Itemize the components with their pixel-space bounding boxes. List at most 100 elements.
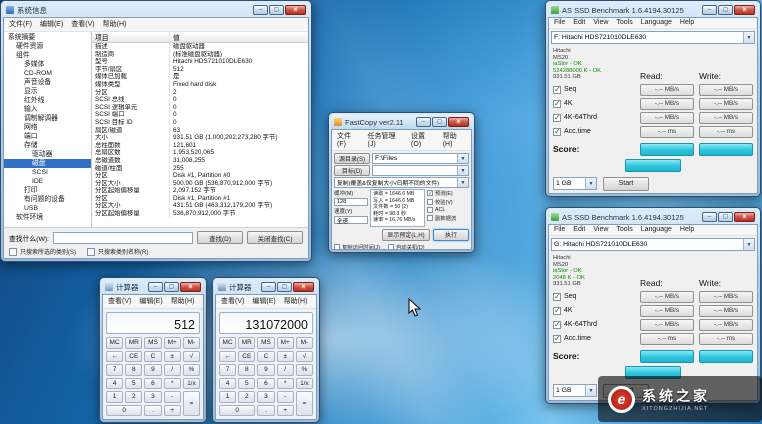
calc-button[interactable]: 1: [106, 391, 123, 403]
read-result-button[interactable]: -.-- MB/s: [640, 305, 694, 317]
calc-button[interactable]: MR: [125, 337, 142, 349]
tree-item[interactable]: 调制解调器: [4, 114, 91, 123]
benchmark-checkbox[interactable]: [553, 100, 561, 108]
tree-item[interactable]: USB: [4, 204, 91, 213]
checkbox-icon[interactable]: [388, 244, 394, 250]
tree-item[interactable]: 显示: [4, 87, 91, 96]
write-result-button[interactable]: -.-- MB/s: [699, 305, 753, 317]
menu-item[interactable]: File: [554, 226, 565, 233]
dest-dir-button[interactable]: 目标(D): [334, 165, 370, 176]
write-result-button[interactable]: -.-- MB/s: [699, 319, 753, 331]
table-row[interactable]: 描述 磁盘驱动器: [92, 43, 308, 51]
calc-button[interactable]: 7: [106, 364, 123, 376]
table-row[interactable]: SCSI 目标 ID 0: [92, 119, 308, 127]
calc-button[interactable]: ±: [164, 351, 181, 363]
write-result-button[interactable]: -.-- ms: [699, 333, 753, 345]
tree-item[interactable]: SCSI: [4, 168, 91, 177]
tree-item[interactable]: IDE: [4, 177, 91, 186]
calc-button[interactable]: 5: [238, 378, 255, 390]
checkbox-icon[interactable]: [427, 199, 433, 205]
chevron-down-icon[interactable]: [585, 178, 596, 189]
read-result-button[interactable]: -.-- MB/s: [640, 84, 694, 96]
find-input[interactable]: [53, 232, 193, 244]
tree-item[interactable]: 打印: [4, 186, 91, 195]
close-button[interactable]: [734, 212, 755, 222]
calc-button[interactable]: 7: [219, 364, 236, 376]
minimize-button[interactable]: [261, 282, 276, 292]
chevron-down-icon[interactable]: [743, 239, 754, 250]
minimize-button[interactable]: [702, 212, 717, 222]
checkbox-icon[interactable]: [334, 244, 340, 250]
close-button[interactable]: [180, 282, 201, 292]
menu-item[interactable]: Language: [641, 226, 672, 233]
menu-item[interactable]: 帮助(H): [171, 296, 195, 306]
asssd-top-titlebar[interactable]: AS SSD Benchmark 1.6.4194.30125: [548, 3, 758, 17]
calc-button[interactable]: +: [164, 405, 181, 417]
tree-item[interactable]: 有问题的设备: [4, 195, 91, 204]
table-row[interactable]: 字节/扇区 512: [92, 66, 308, 74]
menu-item[interactable]: 编辑(E): [40, 19, 63, 29]
calc-button[interactable]: 2: [125, 391, 142, 403]
test-size-combo[interactable]: 1 GB: [553, 177, 597, 190]
calc-button[interactable]: MS: [257, 337, 274, 349]
option-row[interactable]: 复制访问时间(J): [334, 243, 380, 250]
option-row[interactable]: 自动关机(D): [388, 243, 425, 250]
table-row[interactable]: 媒体类型 Fixed hard disk: [92, 81, 308, 89]
checkbox-icon[interactable]: [427, 215, 433, 221]
close-button[interactable]: [448, 117, 469, 127]
tree-item[interactable]: 系统摘要: [4, 33, 91, 42]
table-row[interactable]: 分区大小 500.00 GB (536,870,912,000 字节): [92, 180, 308, 188]
calc-button[interactable]: ←: [106, 351, 123, 363]
start-button[interactable]: Start: [603, 177, 649, 191]
calc-button[interactable]: 4: [106, 378, 123, 390]
table-row[interactable]: 分区 2: [92, 89, 308, 97]
column-header-item[interactable]: 项目: [92, 32, 170, 42]
speed-input[interactable]: 全速: [334, 216, 368, 224]
benchmark-checkbox[interactable]: [553, 335, 561, 343]
menu-item[interactable]: 设置(O): [411, 131, 435, 148]
read-result-button[interactable]: -.-- ms: [640, 333, 694, 345]
chevron-down-icon[interactable]: [457, 154, 468, 163]
chevron-down-icon[interactable]: [585, 385, 596, 396]
option-row[interactable]: ACL: [427, 207, 469, 213]
tree-item[interactable]: 组件: [4, 51, 91, 60]
minimize-button[interactable]: [416, 117, 431, 127]
dest-path-combo[interactable]: [372, 165, 469, 176]
calc-button[interactable]: MC: [219, 337, 236, 349]
checkbox-icon[interactable]: [427, 207, 433, 213]
read-result-button[interactable]: -.-- MB/s: [640, 98, 694, 110]
table-row[interactable]: SCSI 总线 0: [92, 96, 308, 104]
tree-item[interactable]: CD-ROM: [4, 69, 91, 78]
calc-button[interactable]: MC: [106, 337, 123, 349]
copy-mode-combo[interactable]: 复制(覆盖&仅复制大小/日期不同的文件): [334, 177, 469, 188]
benchmark-checkbox[interactable]: [553, 293, 561, 301]
menu-item[interactable]: View: [593, 19, 608, 26]
menu-item[interactable]: 文件(F): [9, 19, 32, 29]
buffer-input[interactable]: 128: [334, 198, 368, 206]
menu-item[interactable]: 帮助(H): [103, 19, 127, 29]
table-row[interactable]: 制造商 (标准磁盘驱动器): [92, 51, 308, 59]
calc-button[interactable]: C: [257, 351, 274, 363]
calc-button[interactable]: =: [296, 391, 313, 416]
calc-button[interactable]: 4: [219, 378, 236, 390]
menu-item[interactable]: 任务管理(J): [368, 131, 404, 148]
close-button[interactable]: [293, 282, 314, 292]
asssd-bottom-titlebar[interactable]: AS SSD Benchmark 1.6.4194.30125: [548, 210, 758, 224]
maximize-button[interactable]: [269, 5, 284, 15]
calc-button[interactable]: 8: [238, 364, 255, 376]
read-result-button[interactable]: -.-- MB/s: [640, 112, 694, 124]
menu-item[interactable]: Tools: [616, 19, 632, 26]
table-row[interactable]: 扇区/磁道 63: [92, 127, 308, 135]
menu-item[interactable]: 查看(V): [221, 296, 244, 306]
checkbox-icon[interactable]: [427, 190, 433, 196]
table-row[interactable]: 分区 Disk #1, Partition #0: [92, 172, 308, 180]
maximize-button[interactable]: [277, 282, 292, 292]
maximize-button[interactable]: [718, 5, 733, 15]
menu-item[interactable]: Tools: [616, 226, 632, 233]
calc-button[interactable]: 8: [125, 364, 142, 376]
maximize-button[interactable]: [432, 117, 447, 127]
calc-button[interactable]: .: [144, 405, 161, 417]
table-row[interactable]: 分区 Disk #1, Partition #1: [92, 195, 308, 203]
calc-button[interactable]: ±: [277, 351, 294, 363]
calc-button[interactable]: CE: [125, 351, 142, 363]
